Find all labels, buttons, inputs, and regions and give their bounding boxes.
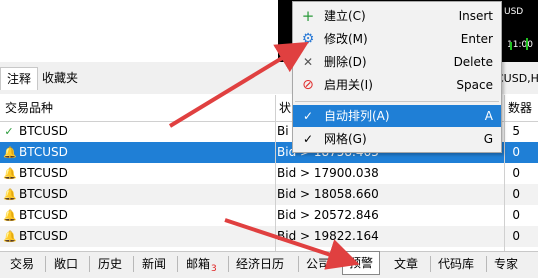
arrow-to-modify <box>168 41 309 128</box>
arrow-to-alerts-tab <box>224 218 360 270</box>
annotation-arrows <box>168 41 360 270</box>
